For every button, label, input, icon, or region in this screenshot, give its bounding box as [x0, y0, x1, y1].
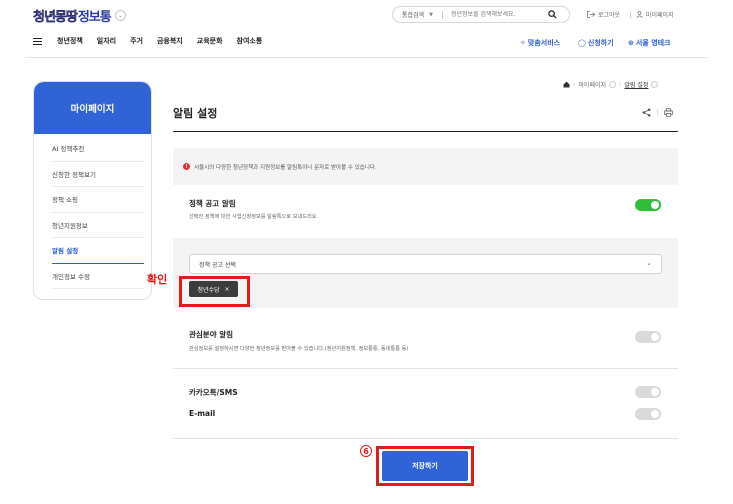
interest-alert-desc: 관심정보를 설정하시면 다양한 청년정보를 받아볼 수 있습니다.(청년지원정책…	[189, 346, 409, 352]
user-icon	[636, 11, 643, 18]
section-divider	[173, 368, 678, 369]
search-icon[interactable]	[548, 10, 557, 19]
interest-alert-toggle[interactable]	[635, 331, 661, 343]
breadcrumb: › 마이페이지 › 알림 설정	[563, 80, 659, 89]
chevron-down-icon[interactable]	[609, 81, 617, 88]
interest-alert-title: 관심분야 알림	[189, 330, 234, 339]
logout-icon	[587, 11, 595, 18]
global-nav: 청년정책 일자리 주거 금융복지 교육문화 참여소통	[33, 36, 276, 46]
gnb-item-participation[interactable]: 참여소통	[237, 36, 263, 46]
policy-select[interactable]: 정책 공고 선택 ⌄	[189, 254, 662, 274]
sidebar-item-applied[interactable]: 신청한 정책보기	[52, 162, 144, 187]
young-tech-label: 서울 영테크	[635, 39, 671, 47]
annotation-highlight-box	[376, 446, 474, 486]
util-divider	[630, 11, 631, 18]
logo-part2: 정보통	[77, 9, 112, 25]
alert-icon: !	[183, 163, 190, 170]
search-bar: 통합검색 ▼	[392, 6, 570, 23]
pin-icon: ✧	[520, 39, 526, 47]
annotation-highlight-box	[179, 276, 250, 307]
search-scope-select[interactable]: 통합검색 ▼	[402, 10, 433, 20]
sidebar: 마이페이지 AI 정책추천 신청한 정책보기 정책 쇼핑 청년지원정보 알림 설…	[33, 81, 152, 300]
policy-alert-title: 정책 공고 알림	[189, 199, 236, 208]
mypage-label: 마이페이지	[646, 12, 674, 19]
notice-box: ! 서울시의 다양한 청년정책과 지원정보를 알림톡이나 문자로 받아볼 수 있…	[173, 148, 678, 185]
sidebar-title: 마이페이지	[34, 82, 151, 134]
search-divider	[441, 10, 443, 19]
annotation-confirm-label: 확인	[147, 273, 168, 286]
gnb-item-education[interactable]: 교육문화	[197, 36, 223, 46]
chevron-down-icon: ⌄	[646, 259, 652, 267]
sidebar-list: AI 정책추천 신청한 정책보기 정책 쇼핑 청년지원정보 알림 설정 개인정보…	[34, 136, 151, 289]
site-logo[interactable]: 청년몽땅 정보통 ⌄	[33, 7, 126, 25]
chevron-down-icon[interactable]	[651, 81, 659, 88]
chevron-down-icon[interactable]: ⌄	[114, 9, 126, 21]
share-icon[interactable]	[642, 108, 651, 117]
sidebar-item-support-info[interactable]: 청년지원정보	[52, 213, 144, 238]
breadcrumb-mypage[interactable]: 마이페이지	[578, 80, 606, 89]
title-divider	[173, 131, 678, 132]
policy-select-label: 정책 공고 선택	[199, 261, 236, 269]
channel-kakao-toggle[interactable]	[635, 386, 661, 398]
sidebar-item-ai-recommend[interactable]: AI 정책추천	[52, 136, 144, 162]
search-scope-label: 통합검색	[402, 12, 425, 19]
custom-service-label: 맞춤서비스	[527, 39, 561, 47]
policy-alert-toggle[interactable]	[635, 199, 661, 211]
icon-divider	[657, 109, 658, 116]
apply-link[interactable]: ◯ 신청하기	[578, 38, 614, 48]
sidebar-item-notification[interactable]: 알림 설정	[52, 238, 144, 264]
logo-part1: 청년몽땅	[33, 9, 78, 25]
chat-icon: ◯	[578, 39, 586, 47]
apply-label: 신청하기	[587, 39, 614, 47]
gnb-item-finance[interactable]: 금융복지	[157, 36, 183, 46]
annotation-step-number: 6	[360, 445, 372, 457]
notice-text: 서울시의 다양한 청년정책과 지원정보를 알림톡이나 문자로 받아볼 수 있습니…	[194, 164, 377, 171]
circle-check-icon: ⊛	[628, 39, 634, 47]
home-icon[interactable]	[563, 81, 570, 88]
mypage-link[interactable]: 마이페이지	[636, 10, 674, 19]
header-divider	[25, 57, 707, 58]
search-input[interactable]	[450, 11, 541, 18]
breadcrumb-current[interactable]: 알림 설정	[624, 80, 648, 89]
page-title: 알림 설정	[173, 107, 218, 120]
section-divider	[173, 438, 678, 439]
gnb-item-jobs[interactable]: 일자리	[97, 36, 116, 46]
channel-email-toggle[interactable]	[635, 408, 661, 420]
channel-kakao-label: 카카오톡/SMS	[189, 388, 238, 397]
print-icon[interactable]	[664, 108, 673, 117]
policy-alert-desc: 선택한 정책에 대한 사업신청정보를 알림톡으로 보내드리요.	[189, 214, 319, 220]
custom-service-link[interactable]: ✧ 맞춤서비스	[520, 38, 560, 48]
gnb-item-policy[interactable]: 청년정책	[57, 36, 83, 46]
sidebar-item-shopping[interactable]: 정책 쇼핑	[52, 187, 144, 213]
logout-link[interactable]: 로그아웃	[587, 10, 620, 19]
gnb-item-housing[interactable]: 주거	[130, 36, 143, 46]
logout-label: 로그아웃	[598, 12, 621, 19]
caret-down-icon: ▼	[429, 11, 433, 18]
young-tech-link[interactable]: ⊛ 서울 영테크	[628, 38, 671, 48]
hamburger-icon[interactable]	[33, 37, 42, 45]
sidebar-item-profile[interactable]: 개인정보 수정	[52, 264, 144, 289]
channel-email-label: E-mail	[189, 409, 216, 418]
